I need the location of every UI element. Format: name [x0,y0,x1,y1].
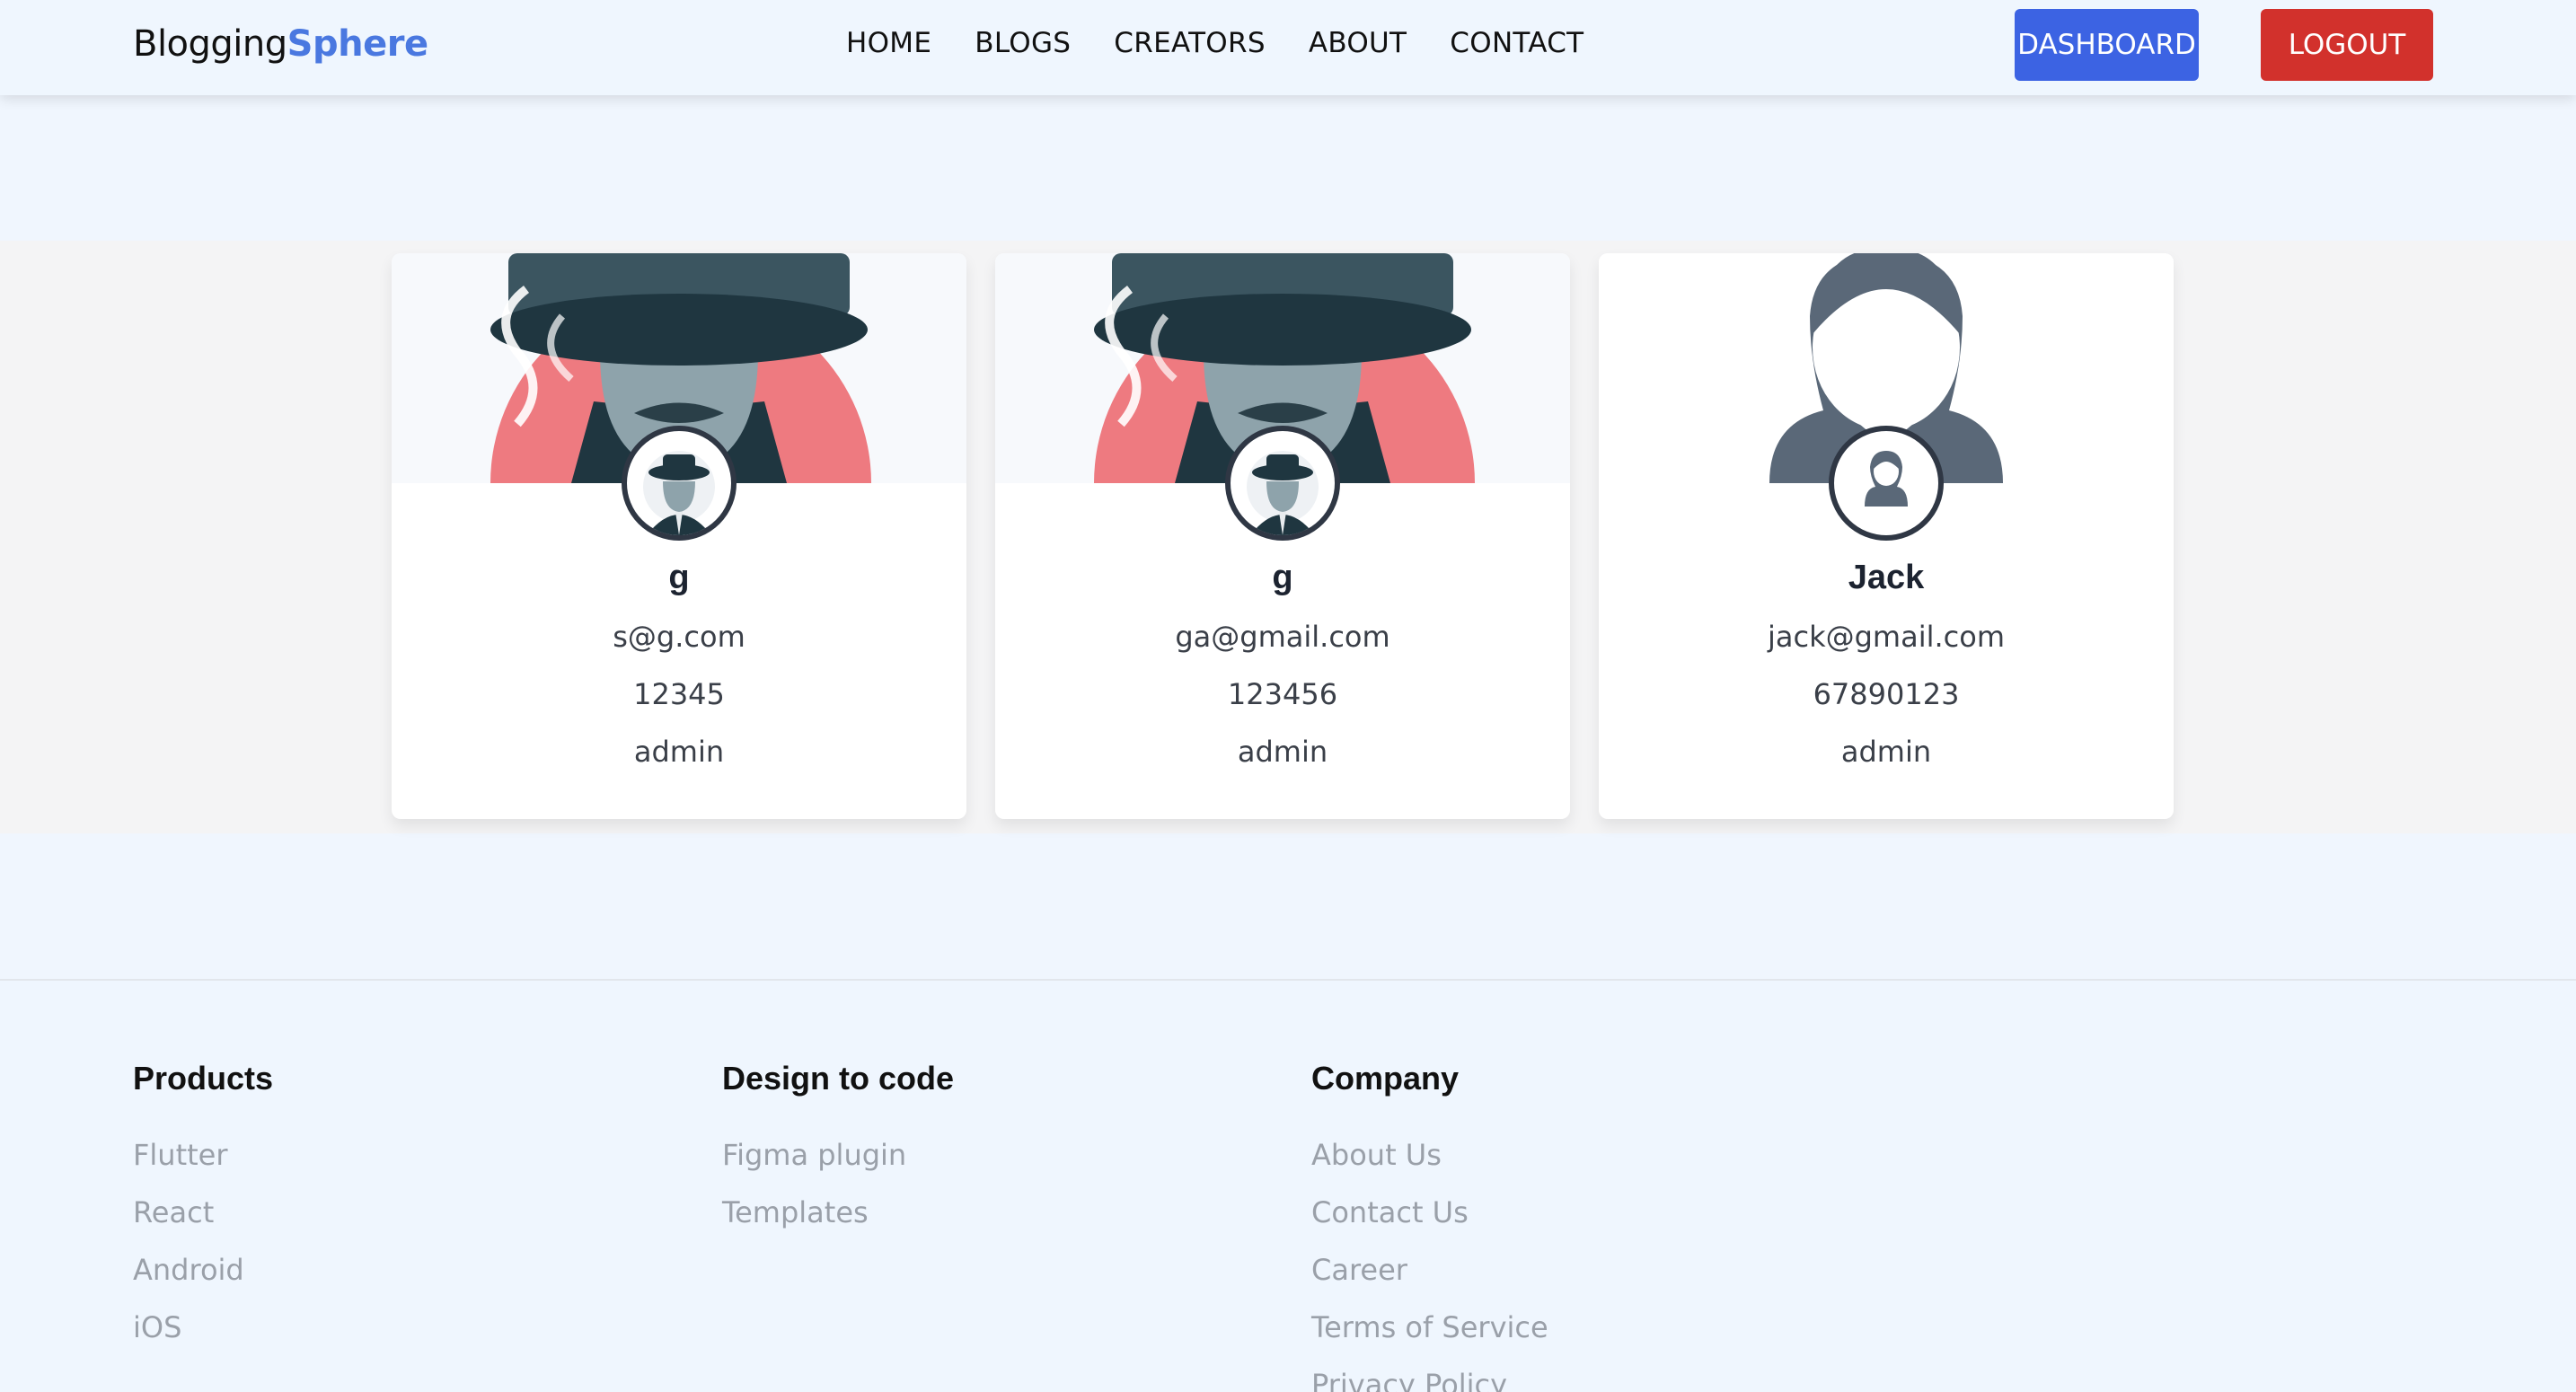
brand-name-part1: Blogging [133,23,287,65]
footer-link-android[interactable]: Android [133,1241,273,1299]
creator-phone: 67890123 [1813,677,1960,711]
creator-phone: 123456 [1227,677,1338,711]
creator-name: g [668,559,690,596]
creator-name: g [1272,559,1293,596]
nav-contact[interactable]: CONTACT [1450,27,1584,59]
brand-name-part2: Sphere [287,23,428,65]
nav-creators[interactable]: CREATORS [1114,27,1266,59]
creator-card[interactable]: g ga@gmail.com 123456 admin [995,253,1570,819]
creator-role: admin [1840,735,1932,769]
footer-link-privacy-policy[interactable]: Privacy Policy [1311,1356,1548,1392]
creator-role: admin [633,735,725,769]
footer-link-flutter[interactable]: Flutter [133,1126,273,1184]
detective-avatar-icon [1225,426,1340,541]
footer-link-terms-of-service[interactable]: Terms of Service [1311,1299,1548,1356]
footer-link-about-us[interactable]: About Us [1311,1126,1548,1184]
creator-card[interactable]: g s@g.com 12345 admin [392,253,966,819]
creator-role: admin [1237,735,1328,769]
footer-link-react[interactable]: React [133,1184,273,1241]
creator-card[interactable]: Jack jack@gmail.com 67890123 admin [1599,253,2174,819]
footer-column-title: Design to code [722,1060,955,1097]
footer-column-title: Products [133,1060,274,1097]
nav-home[interactable]: HOME [846,27,931,59]
creator-email: jack@gmail.com [1767,620,2005,654]
footer-column-title: Company [1311,1060,1460,1097]
footer-link-ios[interactable]: iOS [133,1299,273,1356]
footer-column-design-to-code: Design to code Figma plugin Templates [722,1060,954,1241]
woman-avatar-icon [1829,426,1944,541]
site-footer: Products Flutter React Android iOS Desig… [0,979,2576,1392]
footer-link-templates[interactable]: Templates [722,1184,954,1241]
creator-email: ga@gmail.com [1175,620,1390,654]
creator-phone: 12345 [633,677,725,711]
nav-blogs[interactable]: BLOGS [975,27,1071,59]
top-navbar: BloggingSphere HOME BLOGS CREATORS ABOUT… [0,0,2576,95]
dashboard-button[interactable]: DASHBOARD [2015,9,2199,81]
footer-link-figma-plugin[interactable]: Figma plugin [722,1126,954,1184]
detective-avatar-icon [622,426,737,541]
nav-links: HOME BLOGS CREATORS ABOUT CONTACT [846,27,1584,59]
creator-email: s@g.com [613,620,745,654]
brand-logo[interactable]: BloggingSphere [133,23,428,65]
nav-about[interactable]: ABOUT [1309,27,1407,59]
footer-link-contact-us[interactable]: Contact Us [1311,1184,1548,1241]
footer-link-career[interactable]: Career [1311,1241,1548,1299]
footer-column-company: Company About Us Contact Us Career Terms… [1311,1060,1548,1392]
footer-column-products: Products Flutter React Android iOS [133,1060,273,1356]
logout-button[interactable]: LOGOUT [2261,9,2433,81]
creator-name: Jack [1848,559,1925,596]
